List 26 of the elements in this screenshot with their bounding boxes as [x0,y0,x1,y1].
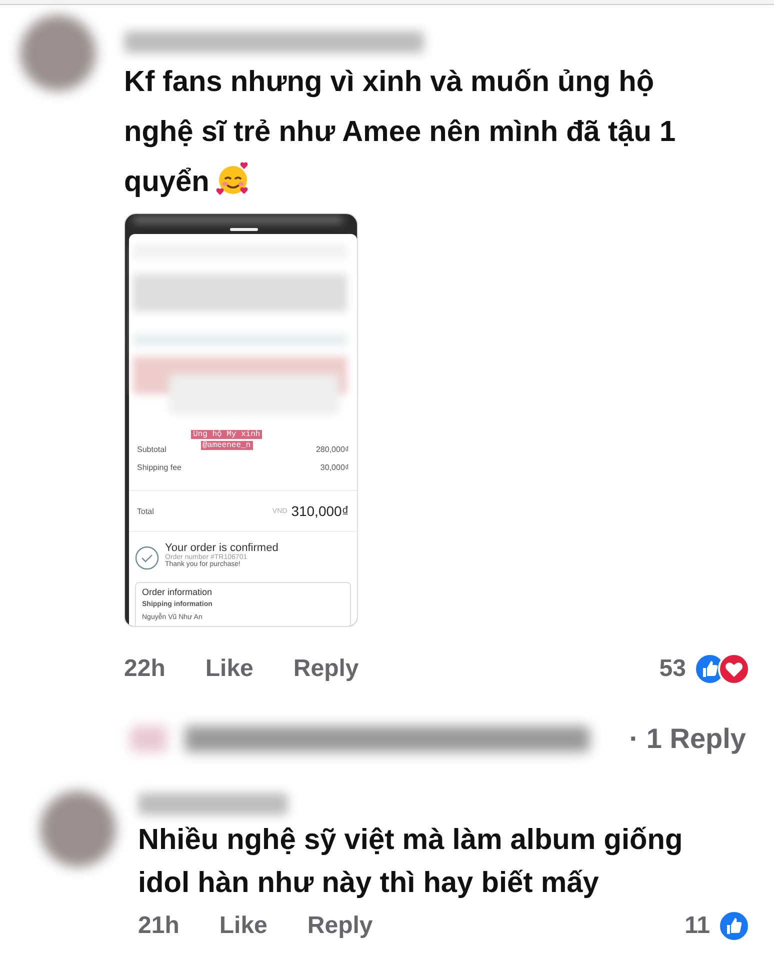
reaction-count[interactable]: 11 [684,912,710,940]
total-label: Total [137,506,154,516]
check-circle-icon [135,546,159,570]
fee-value: 30,000₫ [320,462,349,472]
fee-label: Shipping fee [137,462,182,472]
reply-link[interactable]: Reply [307,912,373,940]
reply-link[interactable]: Reply [293,655,359,683]
comment-time: 21h [138,912,180,940]
avatar-placeholder[interactable] [20,15,96,91]
reaction-count[interactable]: 53 [659,655,686,683]
sheet-handle [230,228,258,231]
like-link[interactable]: Like [205,655,254,683]
order-screenshot[interactable] [124,213,358,627]
comment-text: Kf fans nhưng vì xinh và muốn ủng hộ nghệ sĩ trẻ như Amee nên mình đã tậu 1 quyển [124,65,677,200]
avatar-placeholder[interactable] [40,791,116,867]
view-replies-link[interactable]: · 1 Reply [629,723,746,755]
confirmation-title: Your order is confirmed [165,542,278,554]
fee-label: Subtotal [137,444,166,454]
order-info-title: Order information [142,587,214,597]
comment-text: Nhiều nghệ sỹ việt mà làm album giống idol hàn như này thì hay biết mấy [138,823,684,901]
sticker-text: @ameenee_n [200,441,253,450]
fee-value: 280,000₫ [316,444,349,454]
comment-time: 22h [124,655,166,683]
sticker-text: Ủng hộ My xinh [191,430,262,439]
like-link[interactable]: Like [219,912,268,940]
total-amount: 310,000₫ [291,503,349,519]
